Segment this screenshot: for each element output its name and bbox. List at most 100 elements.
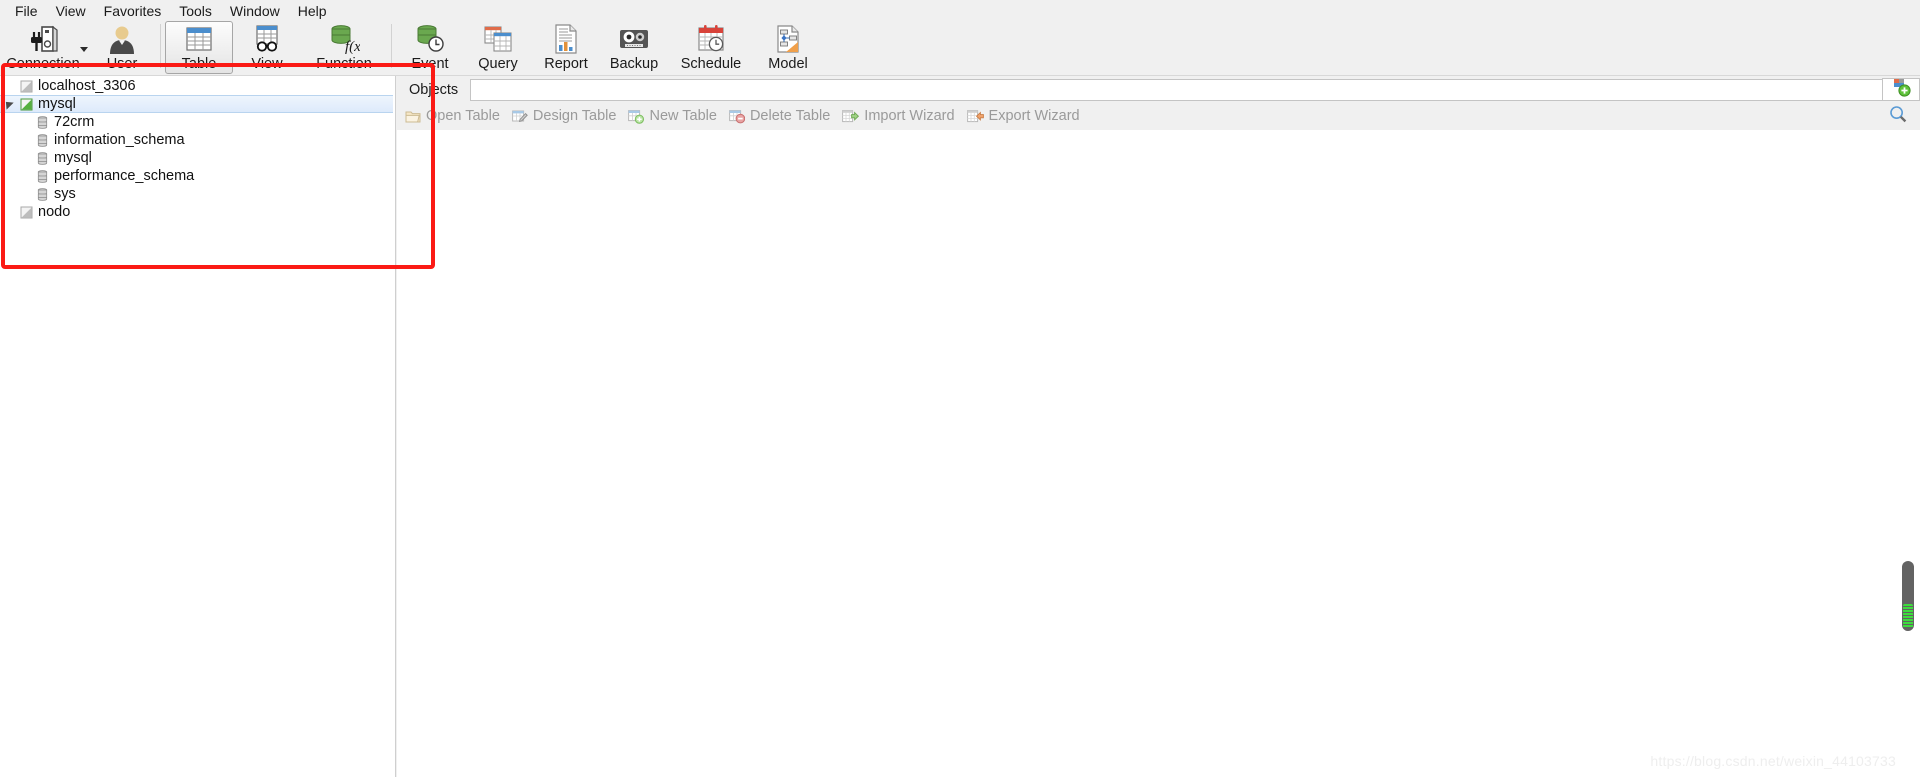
menu-item-file[interactable]: File	[6, 1, 47, 21]
toolbar-button-connection[interactable]: Connection	[0, 21, 86, 74]
database-icon	[32, 169, 52, 183]
menu-item-favorites[interactable]: Favorites	[95, 1, 171, 21]
tree-item-information-schema[interactable]: information_schema	[0, 131, 395, 149]
action-import-wizard[interactable]: Import Wizard	[842, 108, 955, 124]
tree-label-sys: sys	[54, 186, 76, 202]
tree-label-information-schema: information_schema	[54, 132, 185, 148]
backup-icon	[614, 24, 654, 54]
toolbar-label-view: View	[251, 56, 283, 72]
toolbar-label-query: Query	[478, 56, 518, 72]
toolbar-button-schedule[interactable]: Schedule	[668, 21, 754, 74]
import-wizard-icon	[842, 109, 860, 124]
action-delete-table[interactable]: Delete Table	[729, 108, 830, 124]
menu-item-view[interactable]: View	[47, 1, 95, 21]
tree-item-sys[interactable]: sys	[0, 185, 395, 203]
expand-arrow-icon[interactable]	[0, 98, 16, 110]
toolbar-label-backup: Backup	[609, 56, 659, 72]
report-icon	[546, 24, 586, 54]
connection-node-icon	[16, 206, 36, 219]
toolbar-label-table: Table	[181, 56, 217, 72]
new-object-icon	[1892, 78, 1911, 102]
toolbar-label-function: Function	[316, 56, 372, 72]
toolbar-label-event: Event	[411, 56, 449, 72]
tree-label-localhost-3306: localhost_3306	[38, 78, 136, 94]
connection-node-icon	[16, 98, 36, 111]
event-icon	[410, 24, 450, 54]
tree-label-nodo: nodo	[38, 204, 71, 220]
menu-bar: File View Favorites Tools Window Help	[0, 0, 1920, 21]
watermark-text: https://blog.csdn.net/weixin_44103733	[1650, 753, 1896, 769]
new-object-button[interactable]	[1882, 78, 1920, 101]
connection-node-icon	[16, 80, 36, 93]
action-open-table-label: Open Table	[426, 108, 500, 124]
connection-tree: localhost_3306 mysql 72crm information_s…	[0, 76, 395, 221]
toolbar-label-connection: Connection	[6, 56, 80, 72]
action-delete-table-label: Delete Table	[749, 108, 831, 124]
open-table-icon	[405, 109, 421, 124]
main-toolbar: Connection User Table View f(Function E…	[0, 21, 1920, 76]
connection-icon	[23, 24, 63, 54]
svg-text:f(x): f(x)	[345, 39, 360, 54]
menu-item-help[interactable]: Help	[289, 1, 336, 21]
application-window: File View Favorites Tools Window Help Co…	[0, 0, 1920, 777]
search-icon	[1889, 105, 1907, 128]
toolbar-button-table[interactable]: Table	[165, 21, 233, 74]
delete-table-icon	[729, 109, 745, 124]
tree-item-localhost-3306[interactable]: localhost_3306	[0, 77, 395, 95]
database-icon	[32, 133, 52, 147]
function-icon: f(x)	[324, 24, 364, 54]
main-content-pane: Objects Open Table Design Table New Tabl…	[397, 76, 1920, 777]
tree-item-performance-schema[interactable]: performance_schema	[0, 167, 395, 185]
tab-objects[interactable]: Objects	[397, 78, 471, 102]
action-design-table[interactable]: Design Table	[512, 108, 616, 124]
export-wizard-icon	[966, 109, 984, 124]
search-button[interactable]	[1888, 105, 1908, 128]
action-new-table-label: New Table	[649, 108, 717, 124]
tab-strip-filler	[470, 79, 1882, 101]
tree-label-mysql-database: mysql	[54, 150, 92, 166]
toolbar-button-model[interactable]: Model	[754, 21, 822, 74]
model-icon	[768, 24, 808, 54]
database-icon	[32, 187, 52, 201]
tree-item-72crm[interactable]: 72crm	[0, 113, 395, 131]
menu-item-tools[interactable]: Tools	[170, 1, 221, 21]
tab-objects-label: Objects	[409, 82, 459, 98]
action-open-table[interactable]: Open Table	[405, 108, 500, 124]
action-new-table[interactable]: New Table	[628, 108, 717, 124]
toolbar-label-report: Report	[544, 56, 588, 72]
toolbar-button-report[interactable]: Report	[532, 21, 600, 74]
toolbar-separator-1	[160, 24, 161, 68]
tree-item-mysql-connection[interactable]: mysql	[0, 95, 393, 113]
object-action-bar: Open Table Design Table New Table Delete…	[397, 102, 1920, 130]
toolbar-button-query[interactable]: Query	[464, 21, 532, 74]
table-icon	[179, 24, 219, 54]
navigation-sidebar[interactable]: localhost_3306 mysql 72crm information_s…	[0, 76, 396, 777]
tree-label-72crm: 72crm	[54, 114, 95, 130]
action-export-wizard[interactable]: Export Wizard	[966, 108, 1080, 124]
object-list-area[interactable]	[397, 130, 1920, 777]
design-table-icon	[512, 109, 528, 124]
tree-item-nodo[interactable]: nodo	[0, 203, 395, 221]
tree-item-mysql-database[interactable]: mysql	[0, 149, 395, 167]
toolbar-button-view[interactable]: View	[233, 21, 301, 74]
toolbar-label-schedule: Schedule	[680, 56, 742, 72]
database-icon	[32, 151, 52, 165]
query-icon	[478, 24, 518, 54]
scroll-activity-bars	[1903, 604, 1913, 628]
tree-label-performance-schema: performance_schema	[54, 168, 195, 184]
database-icon	[32, 115, 52, 129]
toolbar-button-function[interactable]: f(x) Function	[301, 21, 387, 74]
menu-item-window[interactable]: Window	[221, 1, 289, 21]
vertical-scroll-indicator[interactable]	[1902, 561, 1914, 631]
new-table-icon	[628, 109, 645, 124]
toolbar-button-user[interactable]: User	[88, 21, 156, 74]
toolbar-separator-2	[391, 24, 392, 68]
user-icon	[102, 24, 142, 54]
action-export-wizard-label: Export Wizard	[988, 108, 1080, 124]
toolbar-button-backup[interactable]: Backup	[600, 21, 668, 74]
toolbar-label-model: Model	[768, 56, 808, 72]
tab-strip: Objects	[397, 76, 1920, 102]
toolbar-button-event[interactable]: Event	[396, 21, 464, 74]
schedule-icon	[691, 24, 731, 54]
toolbar-label-user: User	[106, 56, 138, 72]
